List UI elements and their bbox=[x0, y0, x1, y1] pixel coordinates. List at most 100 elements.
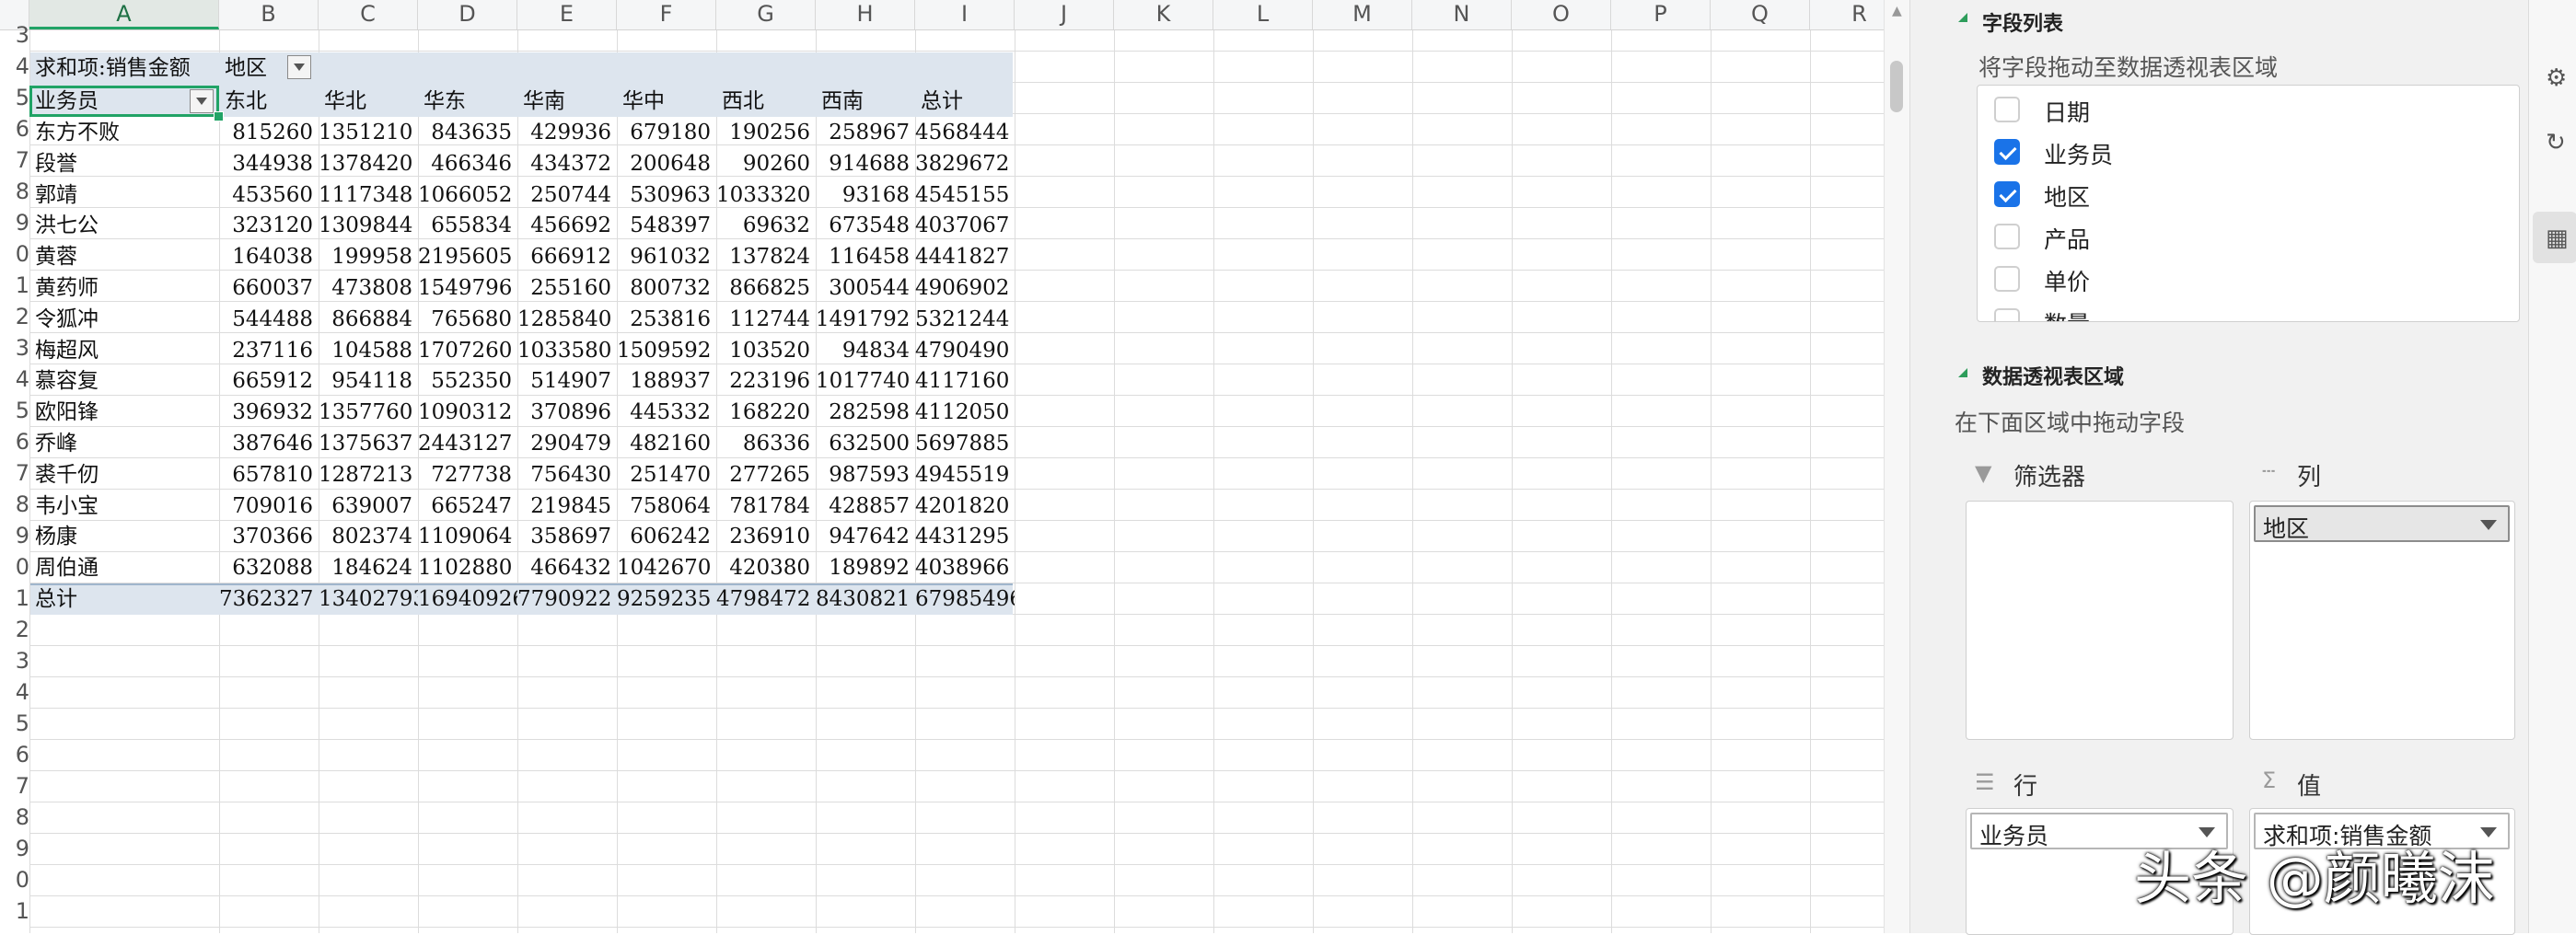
column-header[interactable]: B bbox=[219, 0, 319, 29]
column-header[interactable]: P bbox=[1611, 0, 1711, 29]
row-header[interactable]: 5 bbox=[0, 82, 29, 113]
column-header[interactable]: L bbox=[1213, 0, 1313, 29]
row-header[interactable]: 6 bbox=[0, 739, 29, 770]
column-header[interactable]: I bbox=[915, 0, 1015, 29]
pivot-icon[interactable]: ▦ bbox=[2546, 225, 2569, 252]
row-header[interactable]: 0 bbox=[0, 551, 29, 583]
field-list[interactable]: 日期业务员地区产品单价数量 bbox=[1977, 85, 2520, 322]
pivot-value-cell: 236910 bbox=[729, 525, 810, 549]
pivot-total-cell: 4798472 bbox=[716, 587, 811, 611]
column-field-pill[interactable]: 地区 bbox=[2254, 505, 2510, 542]
field-list-item[interactable]: 日期 bbox=[1978, 87, 2519, 130]
pivot-value-cell: 1033580 bbox=[517, 338, 612, 363]
pivot-value-cell: 429936 bbox=[530, 121, 611, 144]
pivot-total-label: 总计 bbox=[35, 587, 77, 611]
field-checkbox[interactable] bbox=[1994, 181, 2020, 207]
row-header[interactable]: 8 bbox=[0, 176, 29, 207]
row-header[interactable]: 6 bbox=[0, 426, 29, 457]
row-header[interactable]: 2 bbox=[0, 301, 29, 332]
row-header[interactable]: 3 bbox=[0, 645, 29, 676]
column-header[interactable]: A bbox=[29, 0, 219, 29]
field-list-item[interactable]: 产品 bbox=[1978, 214, 2519, 257]
field-checkbox[interactable] bbox=[1994, 97, 2020, 122]
field-list-item[interactable]: 数量 bbox=[1978, 299, 2519, 321]
column-header[interactable]: Q bbox=[1711, 0, 1810, 29]
columns-icon: ┄ bbox=[2262, 458, 2276, 484]
pivot-value-cell: 800732 bbox=[630, 276, 711, 300]
row-header[interactable]: 6 bbox=[0, 113, 29, 144]
pivot-value-cell: 199958 bbox=[331, 245, 412, 270]
pivot-value-cell: 112744 bbox=[729, 306, 810, 331]
pivot-value-cell: 90260 bbox=[742, 151, 810, 176]
row-header[interactable]: 4 bbox=[0, 364, 29, 395]
column-header[interactable]: J bbox=[1015, 0, 1114, 29]
row-header[interactable]: 8 bbox=[0, 802, 29, 833]
row-header[interactable]: 4 bbox=[0, 676, 29, 708]
grid-col-line bbox=[1114, 29, 1115, 933]
fill-handle[interactable] bbox=[214, 111, 224, 121]
row-header[interactable]: 2 bbox=[0, 614, 29, 645]
column-header-bar: ABCDEFGHIJKLMNOPQR bbox=[0, 0, 1884, 30]
column-header[interactable]: D bbox=[418, 0, 517, 29]
refresh-icon[interactable]: ↻ bbox=[2546, 129, 2568, 156]
column-header[interactable]: K bbox=[1114, 0, 1213, 29]
column-header[interactable]: R bbox=[1810, 0, 1884, 29]
field-list-item[interactable]: 单价 bbox=[1978, 257, 2519, 299]
pivot-value-cell: 344938 bbox=[232, 151, 313, 176]
row-header[interactable]: 7 bbox=[0, 144, 29, 176]
column-filter-dropdown[interactable] bbox=[287, 55, 311, 79]
selected-cell[interactable] bbox=[29, 86, 219, 117]
pivot-row-label: 东方不败 bbox=[35, 121, 120, 144]
pivot-value-cell: 1102880 bbox=[418, 556, 513, 581]
field-checkbox[interactable] bbox=[1994, 139, 2020, 165]
field-list-item[interactable]: 业务员 bbox=[1978, 130, 2519, 172]
column-header[interactable]: E bbox=[517, 0, 617, 29]
collapse-icon[interactable] bbox=[1958, 13, 1967, 22]
row-header[interactable]: 5 bbox=[0, 708, 29, 739]
field-list-item[interactable]: 地区 bbox=[1978, 172, 2519, 214]
row-header[interactable]: 9 bbox=[0, 207, 29, 238]
pivot-value-cell: 200648 bbox=[630, 151, 711, 176]
field-checkbox[interactable] bbox=[1994, 266, 2020, 292]
column-zone[interactable]: 地区 bbox=[2249, 501, 2515, 740]
row-header[interactable]: 3 bbox=[0, 332, 29, 364]
field-checkbox[interactable] bbox=[1994, 224, 2020, 249]
row-header[interactable]: 0 bbox=[0, 238, 29, 270]
format-icon[interactable]: ⚙ bbox=[2546, 64, 2568, 92]
grid-row-line bbox=[29, 739, 1884, 740]
field-checkbox[interactable] bbox=[1994, 308, 2020, 321]
row-header[interactable]: 9 bbox=[0, 520, 29, 551]
row-header[interactable]: 0 bbox=[0, 864, 29, 895]
column-header[interactable]: F bbox=[617, 0, 716, 29]
row-header[interactable]: 5 bbox=[0, 395, 29, 426]
scrollbar-thumb[interactable] bbox=[1890, 61, 1903, 112]
column-header[interactable]: M bbox=[1313, 0, 1412, 29]
row-header[interactable]: 3 bbox=[0, 19, 29, 51]
collapse-icon[interactable] bbox=[1958, 368, 1967, 377]
grid-row-line bbox=[29, 770, 1884, 771]
column-header[interactable]: O bbox=[1512, 0, 1611, 29]
field-label: 地区 bbox=[2044, 184, 2091, 211]
column-header[interactable]: C bbox=[319, 0, 418, 29]
column-header[interactable]: G bbox=[716, 0, 816, 29]
chevron-down-icon[interactable] bbox=[2480, 520, 2497, 530]
pivot-value-cell: 387646 bbox=[232, 432, 313, 456]
column-header[interactable]: N bbox=[1412, 0, 1512, 29]
row-header[interactable]: 9 bbox=[0, 833, 29, 864]
row-header[interactable]: 1 bbox=[0, 583, 29, 614]
row-header[interactable]: 7 bbox=[0, 457, 29, 489]
pivot-value-cell: 548397 bbox=[630, 214, 711, 238]
filter-zone[interactable] bbox=[1966, 501, 2234, 740]
pivot-row-label: 裘千仞 bbox=[35, 462, 99, 487]
pivot-value-cell: 961032 bbox=[630, 245, 711, 270]
row-header[interactable]: 4 bbox=[0, 51, 29, 82]
scroll-up-icon[interactable]: ▲ bbox=[1892, 4, 1902, 18]
vertical-scrollbar[interactable]: ▲ bbox=[1884, 0, 1910, 933]
row-header[interactable]: 1 bbox=[0, 895, 29, 927]
row-header[interactable]: 1 bbox=[0, 270, 29, 301]
column-header[interactable]: H bbox=[816, 0, 915, 29]
pivot-value-cell: 914688 bbox=[829, 151, 910, 176]
row-header[interactable]: 8 bbox=[0, 489, 29, 520]
spreadsheet-area[interactable]: ABCDEFGHIJKLMNOPQR 345678901234567890123… bbox=[0, 0, 1884, 933]
row-header[interactable]: 7 bbox=[0, 770, 29, 802]
